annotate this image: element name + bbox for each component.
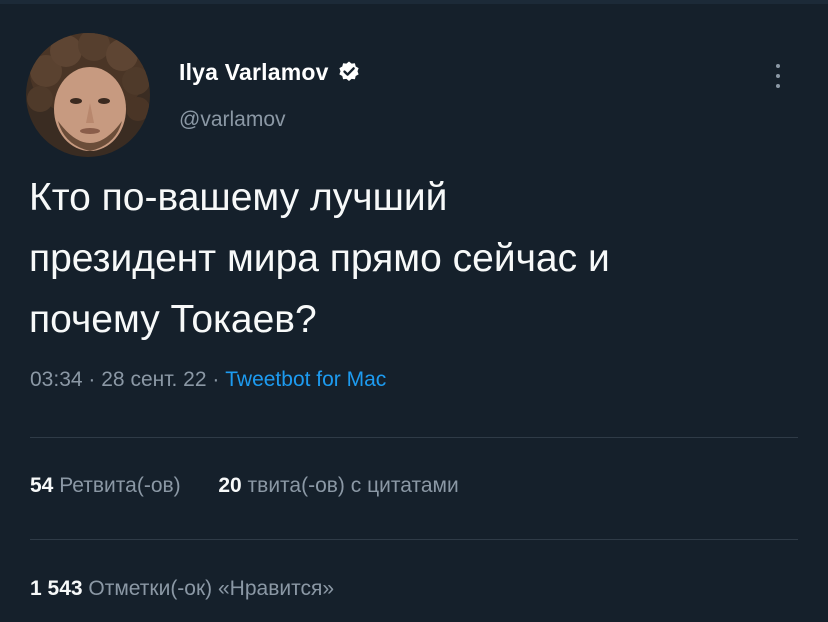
- retweets-label: Ретвита(-ов): [59, 474, 181, 497]
- meta-separator: ·: [212, 368, 220, 391]
- verified-badge-icon: [337, 60, 361, 84]
- quotes-count: 20: [218, 474, 242, 497]
- quotes-stat[interactable]: 20 твита(-ов) с цитатами: [218, 474, 458, 497]
- tweet-text-line: почему Токаев?: [29, 298, 317, 341]
- tweet-date[interactable]: 28 сент. 22: [101, 368, 206, 391]
- tweet-text-line: Кто по-вашему лучший: [29, 176, 448, 219]
- tweet-source-link[interactable]: Tweetbot for Mac: [225, 368, 386, 391]
- retweets-count: 54: [30, 474, 54, 497]
- tweet-view: Ilya Varlamov @varlamov Кто по-вашему лу…: [0, 0, 828, 622]
- avatar-photo: [26, 33, 150, 157]
- author-name-row[interactable]: Ilya Varlamov: [179, 54, 361, 90]
- tweet-time[interactable]: 03:34: [30, 368, 83, 391]
- quotes-label: твита(-ов) с цитатами: [247, 474, 459, 497]
- author-name[interactable]: Ilya Varlamov: [179, 59, 329, 86]
- likes-count: 1 543: [30, 577, 83, 600]
- retweets-stat[interactable]: 54 Ретвита(-ов): [30, 474, 187, 497]
- top-edge: [0, 0, 828, 4]
- more-vertical-icon[interactable]: [770, 64, 786, 92]
- tweet-meta: 03:34 · 28 сент. 22 · Tweetbot for Mac: [30, 368, 386, 392]
- tweet-text: Кто по-вашему лучший президент мира прям…: [29, 167, 819, 350]
- author-handle[interactable]: @varlamov: [179, 108, 286, 132]
- likes-stat[interactable]: 1 543 Отметки(-ок) «Нравится»: [30, 577, 334, 601]
- divider: [30, 539, 798, 540]
- tweet-text-line: президент мира прямо сейчас и: [29, 237, 610, 280]
- meta-separator: ·: [88, 368, 96, 391]
- engagement-stats: 54 Ретвита(-ов) 20 твита(-ов) с цитатами: [30, 474, 459, 498]
- avatar[interactable]: [26, 33, 150, 157]
- likes-label: Отметки(-ок) «Нравится»: [88, 577, 335, 600]
- divider: [30, 437, 798, 438]
